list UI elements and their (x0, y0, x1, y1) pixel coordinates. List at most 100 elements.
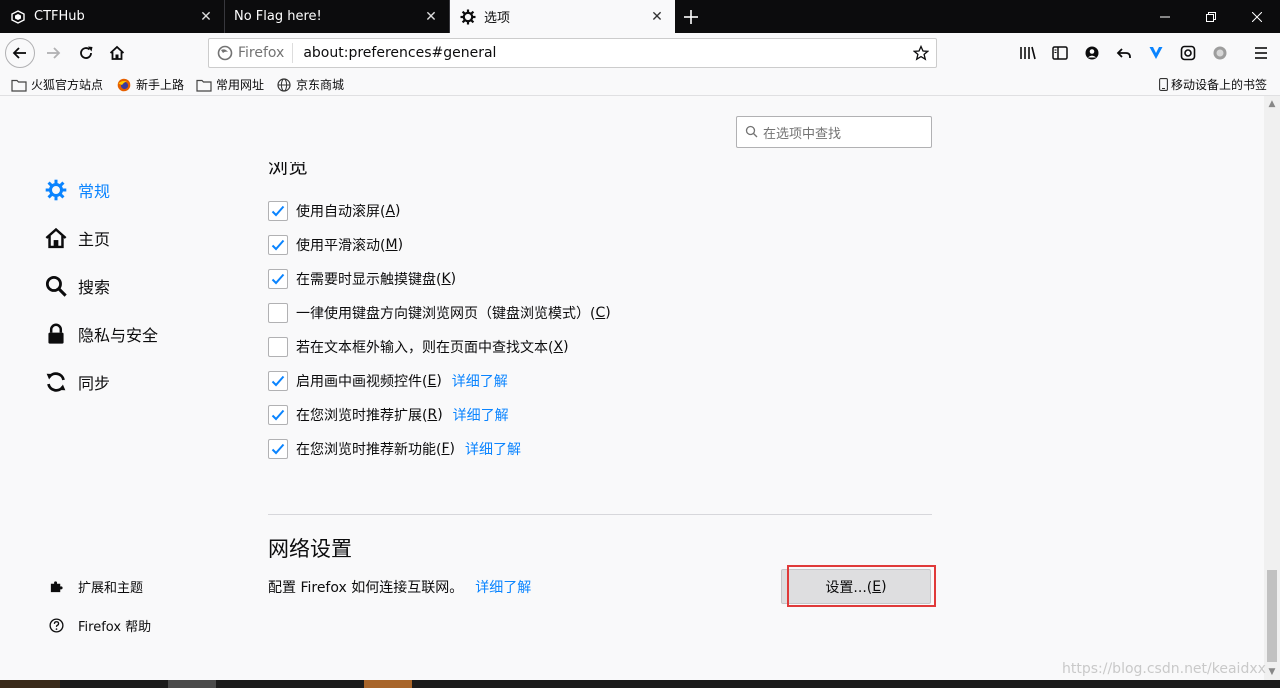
access-key: A (385, 203, 396, 219)
checkbox-checked[interactable] (268, 371, 288, 391)
tab-close-icon[interactable]: ✕ (649, 9, 665, 25)
checkbox-unchecked[interactable] (268, 303, 288, 323)
bookmark-label: 常用网址 (216, 78, 265, 92)
option-label: 使用自动滚屏( (296, 204, 386, 220)
address-bar[interactable]: Firefox about:preferences#general (208, 38, 937, 68)
scroll-thumb[interactable] (1267, 570, 1277, 662)
category-search[interactable]: 搜索 (44, 274, 110, 298)
checkbox-checked[interactable] (268, 269, 288, 289)
folder-icon (196, 77, 212, 93)
restore-button[interactable] (1188, 0, 1234, 33)
category-sync[interactable]: 同步 (44, 370, 110, 394)
gear-icon (44, 178, 68, 202)
checkbox-checked[interactable] (268, 201, 288, 221)
watermark: https://blog.csdn.net/keaidxx (1062, 661, 1266, 677)
account-icon[interactable] (1082, 43, 1102, 63)
tab-close-icon[interactable]: ✕ (198, 9, 214, 25)
puzzle-icon (48, 578, 64, 594)
mobile-bookmarks[interactable]: 移动设备上的书签 (1158, 76, 1267, 93)
option-label: 启用画中画视频控件( (296, 374, 428, 390)
bookmark-item[interactable]: 新手上路 (116, 76, 184, 93)
gear-icon (460, 9, 476, 25)
library-icon[interactable] (1018, 43, 1038, 63)
browsing-option-row[interactable]: 启用画中画视频控件(E) 详细了解 (268, 370, 508, 392)
checkmark-icon (271, 205, 285, 217)
bookmark-item[interactable]: 常用网址 (196, 76, 264, 93)
access-key: K (441, 271, 451, 287)
option-label: 一律使用键盘方向键浏览网页（键盘浏览模式）( (296, 306, 596, 322)
url-text[interactable]: about:preferences#general (293, 45, 906, 61)
checkbox-checked[interactable] (268, 405, 288, 425)
reload-button[interactable] (71, 38, 101, 68)
browsing-option-row[interactable]: 在您浏览时推荐新功能(F) 详细了解 (268, 438, 521, 460)
page-scrollbar[interactable]: ▲ ▼ (1264, 96, 1280, 680)
taskbar-strip (0, 680, 1280, 688)
scroll-down-icon[interactable]: ▼ (1264, 664, 1280, 680)
checkmark-icon (271, 409, 285, 421)
category-privacy[interactable]: 隐私与安全 (44, 322, 158, 346)
mobile-bookmarks-label: 移动设备上的书签 (1171, 78, 1268, 92)
firefox-icon (116, 77, 132, 93)
bookmark-label: 新手上路 (136, 78, 185, 92)
home-icon (44, 226, 68, 250)
addons-label: 扩展和主题 (78, 580, 144, 596)
checkbox-checked[interactable] (268, 235, 288, 255)
minimize-button[interactable] (1142, 0, 1188, 33)
tab-no-flag[interactable]: No Flag here! ✕ (225, 0, 450, 33)
browsing-option-row[interactable]: 一律使用键盘方向键浏览网页（键盘浏览模式）(C) (268, 302, 611, 324)
lock-icon (44, 322, 68, 346)
home-button[interactable] (102, 38, 132, 68)
category-label: 同步 (78, 374, 111, 393)
help-icon (48, 617, 64, 633)
browsing-option-row[interactable]: 使用平滑滚动(M) (268, 234, 403, 256)
back-button[interactable] (5, 38, 35, 68)
tab-close-icon[interactable]: ✕ (423, 9, 439, 25)
new-tab-button[interactable] (676, 0, 706, 33)
bookmark-item[interactable]: 京东商城 (276, 76, 344, 93)
scroll-up-icon[interactable]: ▲ (1264, 96, 1280, 112)
access-key: R (427, 407, 438, 423)
close-window-button[interactable] (1234, 0, 1280, 33)
browsing-option-row[interactable]: 在您浏览时推荐扩展(R) 详细了解 (268, 404, 509, 426)
highlight-box (787, 565, 936, 607)
category-label: 隐私与安全 (78, 326, 159, 345)
access-key: M (385, 237, 398, 253)
preferences-search-input[interactable]: 在选项中查找 (736, 116, 932, 148)
browsing-option-row[interactable]: 使用自动滚屏(A) (268, 200, 401, 222)
category-home[interactable]: 主页 (44, 226, 110, 250)
learn-more-link[interactable]: 详细了解 (475, 577, 531, 597)
extension-ring-icon[interactable] (1178, 43, 1198, 63)
undo-icon[interactable] (1114, 43, 1134, 63)
extension-v-icon[interactable] (1146, 43, 1166, 63)
tab-ctfhub[interactable]: CTFHub ✕ (0, 0, 225, 33)
learn-more-link[interactable]: 详细了解 (465, 439, 521, 459)
network-settings-title: 网络设置 (268, 537, 352, 561)
addons-link[interactable]: 扩展和主题 (48, 576, 143, 596)
search-placeholder: 在选项中查找 (763, 126, 842, 142)
browsing-option-row[interactable]: 若在文本框外输入，则在页面中查找文本(X) (268, 336, 569, 358)
option-label: 在您浏览时推荐新功能( (296, 442, 442, 458)
network-settings-description: 配置 Firefox 如何连接互联网。 详细了解 (268, 577, 531, 597)
bookmark-item[interactable]: 火狐官方站点 (11, 76, 103, 93)
forward-button[interactable] (38, 38, 68, 68)
checkbox-checked[interactable] (268, 439, 288, 459)
access-key: F (441, 441, 450, 457)
sidebar-icon[interactable] (1050, 43, 1070, 63)
category-general[interactable]: 常规 (44, 178, 110, 202)
help-link[interactable]: Firefox 帮助 (48, 615, 151, 635)
phone-icon (1158, 77, 1168, 93)
option-label: 使用平滑滚动( (296, 238, 386, 254)
bookmark-star-icon[interactable] (906, 45, 936, 61)
browsing-option-row[interactable]: 在需要时显示触摸键盘(K) (268, 268, 456, 290)
menu-hamburger-icon[interactable] (1251, 43, 1271, 63)
checkmark-icon (271, 443, 285, 455)
extension-badge-icon[interactable] (1210, 43, 1230, 63)
tab-title: CTFHub (34, 9, 85, 24)
identity-box[interactable]: Firefox (209, 43, 294, 63)
checkmark-icon (271, 273, 285, 285)
tab-options[interactable]: 选项 ✕ (450, 0, 675, 33)
ctfhub-icon (10, 9, 26, 25)
learn-more-link[interactable]: 详细了解 (453, 405, 509, 425)
learn-more-link[interactable]: 详细了解 (452, 371, 508, 391)
checkbox-unchecked[interactable] (268, 337, 288, 357)
